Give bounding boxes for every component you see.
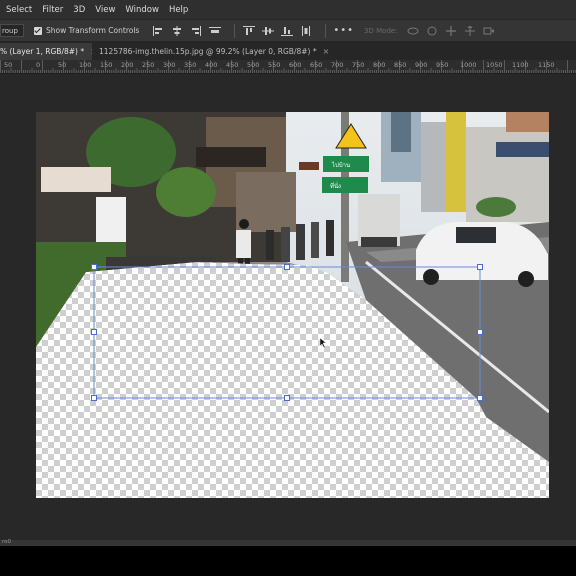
street-sign-text: ที่นั่ง	[330, 182, 341, 190]
align-right-icon[interactable]	[189, 25, 203, 37]
ruler-label: 300	[163, 61, 176, 69]
3d-slide-icon[interactable]	[463, 25, 477, 37]
tab-layer1[interactable]: % (Layer 1, RGB/8#) * ×	[0, 43, 92, 60]
3d-roll-icon[interactable]	[425, 25, 439, 37]
ruler-label: 1100	[512, 61, 529, 69]
close-icon[interactable]: ×	[323, 47, 330, 56]
ruler-label: 850	[394, 61, 407, 69]
menu-window[interactable]: Window	[120, 5, 164, 15]
ruler-label: 0	[36, 61, 41, 69]
ruler-label: 1150	[538, 61, 555, 69]
menu-select[interactable]: Select	[0, 5, 37, 15]
menu-bar: Select Filter 3D View Window Help	[0, 0, 576, 19]
ruler-label: 750	[352, 61, 365, 69]
align-left-icon[interactable]	[151, 25, 165, 37]
document-canvas[interactable]: ไปบ้าน ที่นั่ง	[36, 112, 549, 498]
transform-handle[interactable]	[477, 329, 483, 335]
show-transform-label: Show Transform Controls	[46, 26, 140, 35]
ruler-label: 50	[58, 61, 67, 69]
transform-handle[interactable]	[284, 264, 290, 270]
transform-handle[interactable]	[284, 395, 290, 401]
transform-handle[interactable]	[91, 264, 97, 270]
ruler-label: 550	[268, 61, 281, 69]
street-photo-layer[interactable]: ไปบ้าน ที่นั่ง	[36, 112, 549, 498]
ruler-label: 600	[289, 61, 302, 69]
transform-handle[interactable]	[91, 329, 97, 335]
align-bottom-icon[interactable]	[280, 25, 294, 37]
cursor-icon	[319, 337, 327, 349]
ruler-label: 350	[184, 61, 197, 69]
options-bar: roup Show Transform Controls ••• 3D Mode…	[0, 19, 576, 42]
ruler-label: 900	[415, 61, 428, 69]
distribute-vertical-icon[interactable]	[299, 25, 313, 37]
ruler-label: 250	[142, 61, 155, 69]
ruler-label: 800	[373, 61, 386, 69]
more-options-icon[interactable]: •••	[333, 25, 354, 36]
3d-orbit-icon[interactable]	[406, 25, 420, 37]
ruler-label: 100	[79, 61, 92, 69]
ruler-label: 400	[205, 61, 218, 69]
show-transform-checkbox[interactable]	[34, 26, 42, 35]
align-top-icon[interactable]	[242, 25, 256, 37]
ruler-label: 700	[331, 61, 344, 69]
tab-label: % (Layer 1, RGB/8#) *	[0, 47, 85, 56]
bottom-strip	[0, 546, 576, 576]
ruler-label: 950	[436, 61, 449, 69]
transform-handle[interactable]	[477, 395, 483, 401]
3d-scale-icon[interactable]	[482, 25, 496, 37]
ruler-label: 150	[100, 61, 113, 69]
ruler-label: 1050	[486, 61, 503, 69]
align-middle-icon[interactable]	[261, 25, 275, 37]
menu-3d[interactable]: 3D	[68, 5, 90, 15]
tab-street-photo[interactable]: 1125786-img.thelin.15p.jpg @ 99.2% (Laye…	[92, 43, 335, 60]
transform-handle[interactable]	[91, 395, 97, 401]
auto-select-dropdown[interactable]: roup	[0, 24, 24, 37]
tab-label: 1125786-img.thelin.15p.jpg @ 99.2% (Laye…	[99, 47, 317, 56]
align-center-icon[interactable]	[170, 25, 184, 37]
transform-handle[interactable]	[477, 264, 483, 270]
menu-view[interactable]: View	[90, 5, 120, 15]
3d-mode-label: 3D Mode:	[364, 26, 398, 35]
zoom-level[interactable]: ro0	[2, 539, 11, 545]
distribute-icon[interactable]	[208, 25, 222, 37]
ruler-label: 1000	[460, 61, 477, 69]
document-tabs: % (Layer 1, RGB/8#) * × 1125786-img.thel…	[0, 42, 576, 60]
ruler-label: 650	[310, 61, 323, 69]
menu-help[interactable]: Help	[164, 5, 193, 15]
street-sign-text: ไปบ้าน	[331, 161, 350, 169]
ruler-label: 200	[121, 61, 134, 69]
3d-pan-icon[interactable]	[444, 25, 458, 37]
ruler-label: 50	[4, 61, 13, 69]
horizontal-ruler[interactable]: 50 0 50 100 150 200 250 300 350 400 450 …	[0, 60, 576, 74]
ruler-label: 450	[226, 61, 239, 69]
ruler-label: 500	[247, 61, 260, 69]
menu-filter[interactable]: Filter	[37, 5, 68, 15]
separator	[325, 23, 327, 38]
separator	[234, 23, 236, 38]
